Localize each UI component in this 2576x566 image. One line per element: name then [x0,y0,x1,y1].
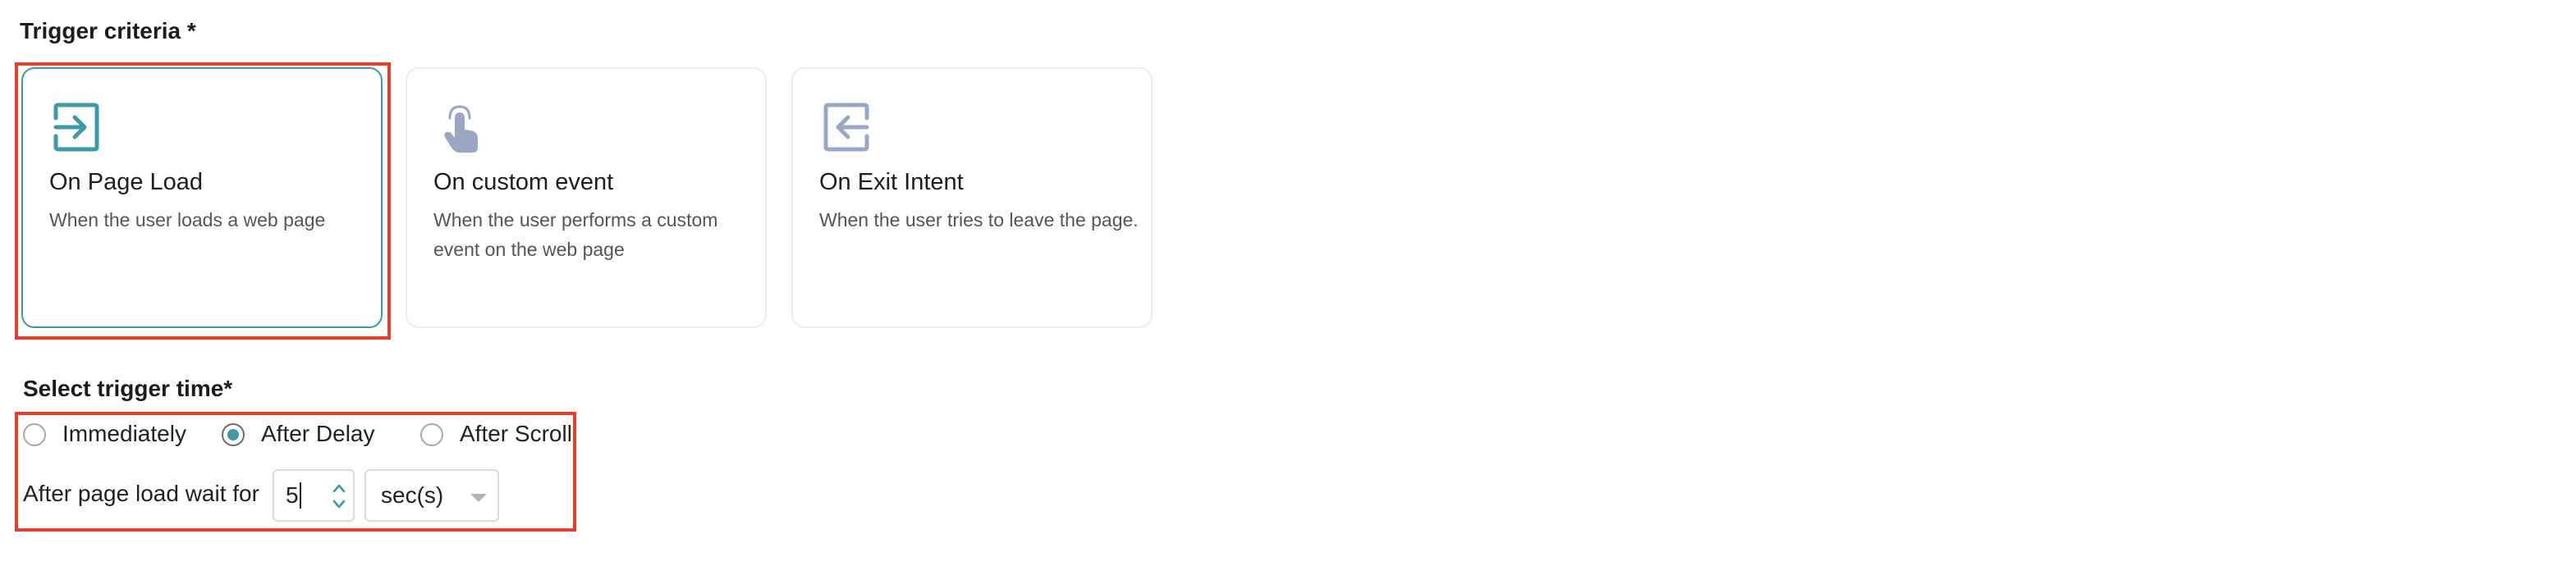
card-description: When the user tries to leave the page. [819,209,1139,231]
dropdown-arrow-icon [470,492,488,502]
unit-value: sec(s) [381,482,444,508]
trigger-settings-page: Trigger criteria * On Page Load When the… [0,0,2576,566]
radio-label: Immediately [62,421,186,446]
card-title: On Page Load [49,169,204,195]
radio-button[interactable] [420,423,443,446]
tap-hand-icon [435,100,486,154]
card-title: On custom event [433,169,614,195]
exit-icon [821,100,872,154]
radio-button[interactable] [222,423,245,446]
wait-label: After page load wait for [23,481,259,506]
radio-label: After Delay [261,421,375,446]
card-description: When the user loads a web page [49,209,326,231]
card-title: On Exit Intent [819,169,964,195]
card-description: When the user performs a custom event on… [433,209,718,260]
radio-label: After Scroll [460,421,572,446]
delay-number-input[interactable]: 5 [273,469,355,522]
trigger-criteria-heading: Trigger criteria * [20,18,196,43]
delay-value[interactable]: 5 [286,482,299,509]
text-caret [300,482,301,509]
card-on-page-load[interactable]: On Page Load When the user loads a web p… [21,67,383,328]
trigger-time-heading: Select trigger time* [23,376,233,401]
decrement-arrow-icon[interactable] [332,499,346,510]
card-on-exit-intent[interactable]: On Exit Intent When the user tries to le… [791,67,1153,328]
radio-button[interactable] [23,423,46,446]
increment-arrow-icon[interactable] [332,482,346,494]
unit-select[interactable]: sec(s) [364,469,499,522]
enter-icon [51,100,102,154]
card-on-custom-event[interactable]: On custom event When the user performs a… [406,67,767,328]
